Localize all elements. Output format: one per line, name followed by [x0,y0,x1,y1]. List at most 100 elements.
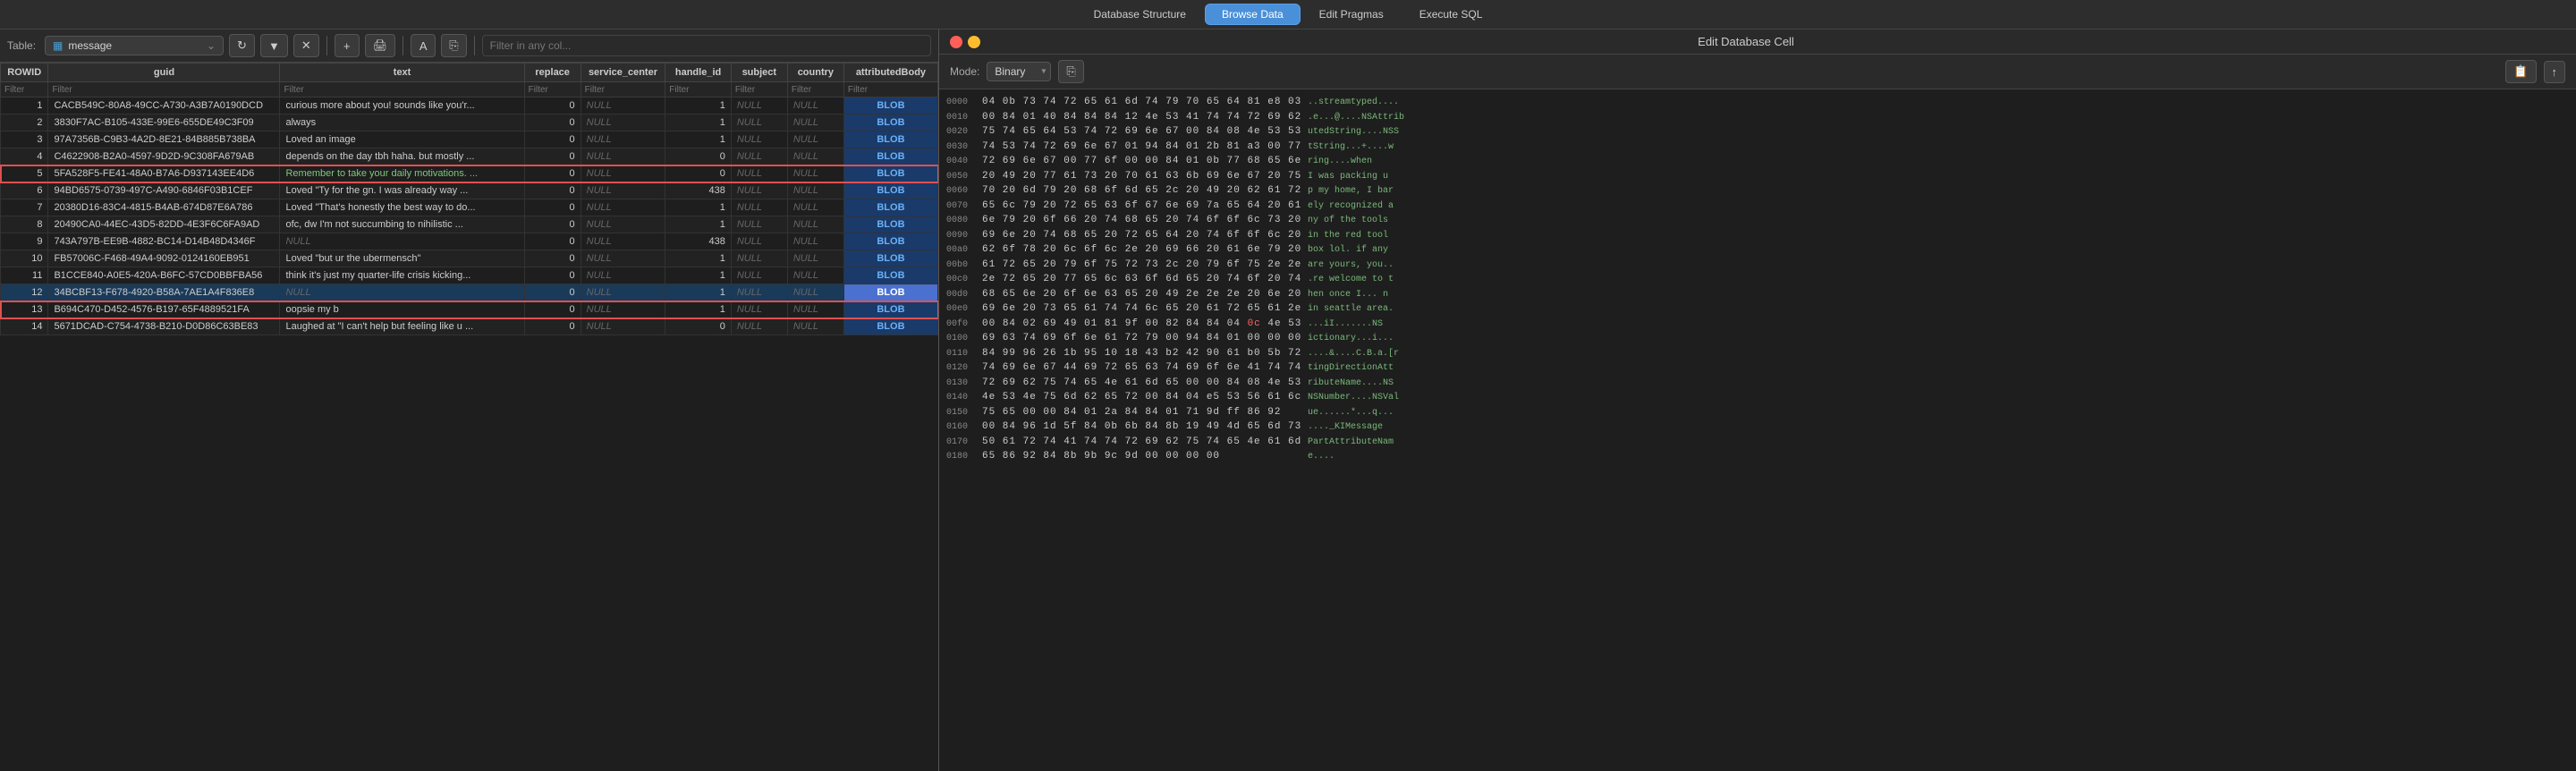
hex-offset: 0140 [946,391,979,404]
hex-bytes: 74 53 74 72 69 6e 67 01 94 84 01 2b 81 a… [982,140,1304,155]
minimize-button[interactable] [968,36,980,48]
font-button[interactable]: A [411,34,436,57]
hex-row: 00c02e 72 65 20 77 65 6c 63 6f 6d 65 20 … [946,272,2569,287]
table-row[interactable]: 694BD6575-0739-497C-A490-6846F03B1CEFLov… [1,182,938,199]
table-row[interactable]: 13B694C470-D452-4576-B197-65F4889521FAoo… [1,301,938,318]
hex-offset: 0080 [946,214,979,227]
hex-display[interactable]: 000004 0b 73 74 72 65 61 6d 74 79 70 65 … [939,89,2576,771]
hex-offset: 0030 [946,140,979,154]
col-header-handle-id[interactable]: handle_id [665,64,732,82]
apply-button[interactable]: ⎘ [1058,60,1083,83]
hex-row: 002075 74 65 64 53 74 72 69 6e 67 00 84 … [946,124,2569,140]
tab-database-structure[interactable]: Database Structure [1077,4,1203,25]
hex-ascii: ...._KIMessage [1308,420,1383,434]
hex-offset: 0000 [946,96,979,109]
hex-row: 00d068 65 6e 20 6f 6e 63 65 20 49 2e 2e … [946,287,2569,302]
hex-row: 015075 65 00 00 84 01 2a 84 84 01 71 9d … [946,405,2569,420]
table-row[interactable]: 4C4622908-B2A0-4597-9D2D-9C308FA679ABdep… [1,148,938,165]
table-row[interactable]: 720380D16-83C4-4815-B4AB-674D87E6A786Lov… [1,199,938,216]
hex-row: 007065 6c 79 20 72 65 63 6f 67 6e 69 7a … [946,199,2569,214]
import-button[interactable]: 📋 [2505,60,2536,83]
hex-row: 01404e 53 4e 75 6d 62 65 72 00 84 04 e5 … [946,390,2569,405]
hex-row: 017050 61 72 74 41 74 74 72 69 62 75 74 … [946,435,2569,450]
table-row[interactable]: 1CACB549C-80A8-49CC-A730-A3B7A0190DCDcur… [1,97,938,114]
tab-execute-sql[interactable]: Execute SQL [1402,4,1500,25]
col-header-replace[interactable]: replace [524,64,580,82]
filter-country[interactable] [787,82,843,97]
hex-offset: 0180 [946,450,979,463]
table-label: Table: [7,39,36,52]
mode-select[interactable]: Binary Text Null Integer Real Blob [987,62,1051,81]
table-row[interactable]: 9743A797B-EE9B-4882-BC14-D14B48D4346FNUL… [1,233,938,250]
filter-replace[interactable] [524,82,580,97]
col-header-rowid[interactable]: ROWID [1,64,48,82]
hex-bytes: 4e 53 4e 75 6d 62 65 72 00 84 04 e5 53 5… [982,390,1304,405]
hex-row: 018065 86 92 84 8b 9b 9c 9d 00 00 00 00e… [946,449,2569,464]
hex-ascii: ring....when [1308,155,1372,168]
table-row[interactable]: 145671DCAD-C754-4738-B210-D0D86C63BE83La… [1,318,938,335]
table-row[interactable]: 11B1CCE840-A0E5-420A-B6FC-57CD0BBFBA56th… [1,267,938,284]
hex-ascii: utedString....NSS [1308,125,1399,139]
toolbar-separator [326,36,327,55]
hex-row: 010069 63 74 69 6f 6e 61 72 79 00 94 84 … [946,331,2569,346]
filter-handle[interactable] [665,82,732,97]
table-row[interactable]: 1234BCBF13-F678-4920-B58A-7AE1A4F836E8NU… [1,284,938,301]
col-header-guid[interactable]: guid [48,64,280,82]
hex-row: 009069 6e 20 74 68 65 20 72 65 64 20 74 … [946,228,2569,243]
filter-attr[interactable] [843,82,937,97]
table-row[interactable]: 10FB57006C-F468-49A4-9092-0124160EB951Lo… [1,250,938,267]
table-container[interactable]: ROWID guid text replace service_center h… [0,63,938,771]
filter-button[interactable]: ▼ [260,34,288,57]
table-header-row: ROWID guid text replace service_center h… [1,64,938,82]
filter-input[interactable] [482,35,931,56]
table-row[interactable]: 55FA528F5-FE41-48A0-B7A6-D937143EE4D6Rem… [1,165,938,182]
mode-select-wrap[interactable]: Binary Text Null Integer Real Blob [987,62,1051,81]
refresh-button[interactable]: ↻ [229,34,255,57]
hex-ascii: in the red tool [1308,229,1388,242]
delete-row-button[interactable]: 🖨 [365,34,396,57]
hex-offset: 0050 [946,170,979,183]
hex-offset: 0120 [946,361,979,375]
col-header-text[interactable]: text [280,64,524,82]
hex-bytes: 6e 79 20 6f 66 20 74 68 65 20 74 6f 6f 6… [982,213,1304,228]
hex-ascii: tString...+....w [1308,140,1394,154]
close-button[interactable] [950,36,962,48]
add-row-button[interactable]: + [335,34,360,57]
filter-text[interactable] [280,82,524,97]
hex-ascii: in seattle area. [1308,302,1394,316]
table-selector[interactable]: ▦ message ⌄ [45,36,224,55]
hex-bytes: 00 84 96 1d 5f 84 0b 6b 84 8b 19 49 4d 6… [982,419,1304,435]
tab-browse-data[interactable]: Browse Data [1205,4,1301,25]
hex-bytes: 75 74 65 64 53 74 72 69 6e 67 00 84 08 4… [982,124,1304,140]
hex-row: 016000 84 96 1d 5f 84 0b 6b 84 8b 19 49 … [946,419,2569,435]
hex-row: 003074 53 74 72 69 6e 67 01 94 84 01 2b … [946,140,2569,155]
hex-row: 011084 99 96 26 1b 95 10 18 43 b2 42 90 … [946,346,2569,361]
export-button[interactable]: ↑ [2544,61,2566,83]
filter-sc[interactable] [580,82,665,97]
col-header-country[interactable]: country [787,64,843,82]
table-row[interactable]: 23830F7AC-B105-433E-99E6-655DE49C3F09alw… [1,114,938,131]
copy-button[interactable]: ⎘ [441,34,466,57]
col-header-service-center[interactable]: service_center [580,64,665,82]
table-row[interactable]: 397A7356B-C9B3-4A2D-8E21-84B885B738BALov… [1,131,938,148]
hex-bytes: 20 49 20 77 61 73 20 70 61 63 6b 69 6e 6… [982,169,1304,184]
filter-subject[interactable] [731,82,787,97]
main-container: Table: ▦ message ⌄ ↻ ▼ ✕ + 🖨 A ⎘ ROW [0,30,2576,771]
hex-bytes: 61 72 65 20 79 6f 75 72 73 2c 20 79 6f 7… [982,258,1304,273]
hex-bytes: 72 69 6e 67 00 77 6f 00 00 84 01 0b 77 6… [982,154,1304,169]
filter-rowid[interactable] [1,82,48,97]
hex-row: 00b061 72 65 20 79 6f 75 72 73 2c 20 79 … [946,258,2569,273]
delete-button[interactable]: ✕ [293,34,319,57]
toolbar-separator-2 [402,36,403,55]
hex-bytes: 70 20 6d 79 20 68 6f 6d 65 2c 20 49 20 6… [982,183,1304,199]
col-header-attributed-body[interactable]: attributedBody [843,64,937,82]
tab-edit-pragmas[interactable]: Edit Pragmas [1302,4,1401,25]
right-header: Edit Database Cell [939,30,2576,55]
col-header-subject[interactable]: subject [731,64,787,82]
table-row[interactable]: 820490CA0-44EC-43D5-82DD-4E3F6C6FA9ADofc… [1,216,938,233]
filter-guid[interactable] [48,82,280,97]
hex-offset: 0010 [946,111,979,124]
hex-offset: 0160 [946,420,979,434]
hex-row: 013072 69 62 75 74 65 4e 61 6d 65 00 00 … [946,376,2569,391]
hex-offset: 0150 [946,406,979,419]
